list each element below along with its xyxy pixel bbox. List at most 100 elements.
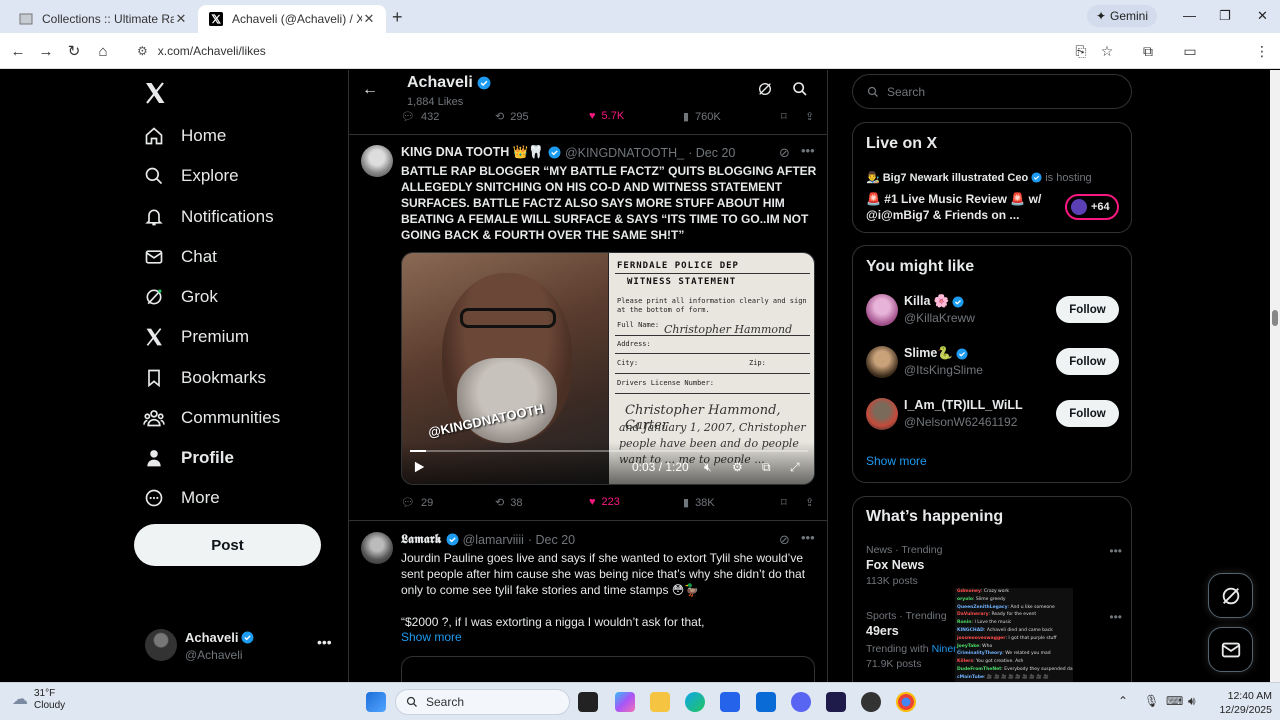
chrome-icon[interactable] xyxy=(896,692,916,712)
like-button[interactable]: ♥ 5.7K xyxy=(589,110,624,122)
views-button[interactable]: ▮ 38K xyxy=(683,496,715,510)
close-window-icon[interactable]: ✕ xyxy=(1257,8,1268,24)
file-explorer-icon[interactable] xyxy=(650,692,670,712)
extensions-icon[interactable]: ⧉ xyxy=(1139,42,1157,60)
obs-icon[interactable] xyxy=(861,692,881,712)
nav-bookmarks[interactable]: Bookmarks xyxy=(143,363,266,393)
views-button[interactable]: ▮ 760K xyxy=(683,110,721,124)
weather-widget[interactable]: ☁ 31°F Cloudy xyxy=(12,688,65,712)
share-icon[interactable]: ⇪ xyxy=(805,496,814,509)
account-switcher[interactable]: Achaveli @Achaveli ••• xyxy=(145,626,335,666)
follow-button[interactable]: Follow xyxy=(1056,296,1119,323)
nav-explore[interactable]: Explore xyxy=(143,161,239,191)
bookmark-icon[interactable]: ⌑ xyxy=(781,496,787,509)
suggested-user[interactable]: Killa 🌸 @KillaKreww Follow xyxy=(866,292,1122,332)
repost-button[interactable]: ⟲ 295 xyxy=(495,110,529,124)
discord-icon[interactable] xyxy=(791,692,811,712)
share-icon[interactable]: ⇪ xyxy=(805,110,814,123)
grok-icon[interactable] xyxy=(757,81,775,99)
clock[interactable]: 12:40 AM 12/29/2025 xyxy=(1206,689,1272,717)
tweet-more-icon[interactable]: ••• xyxy=(801,143,815,158)
play-icon[interactable] xyxy=(412,460,426,474)
follow-button[interactable]: Follow xyxy=(1056,348,1119,375)
nav-communities[interactable]: Communities xyxy=(143,403,280,433)
install-icon[interactable]: ⎘ xyxy=(1072,42,1090,60)
nav-more[interactable]: More xyxy=(143,483,220,513)
show-more-link[interactable]: Show more xyxy=(866,454,927,468)
task-view-icon[interactable] xyxy=(578,692,598,712)
reply-button[interactable]: 💬︎ 29 xyxy=(401,496,433,510)
tab-achaveli[interactable]: Achaveli (@Achaveli) / X ✕ xyxy=(198,5,386,33)
repost-button[interactable]: ⟲ 38 xyxy=(495,496,522,510)
avatar[interactable] xyxy=(361,145,393,177)
post-button[interactable]: Post xyxy=(134,524,321,566)
tab-collections[interactable]: Collections :: Ultimate Rap Leag ✕ xyxy=(8,5,198,33)
mic-icon[interactable]: 🎙︎ xyxy=(1144,694,1159,708)
taskbar-search[interactable]: Search xyxy=(395,689,570,715)
tweet-date[interactable]: · Dec 20 xyxy=(528,533,575,547)
show-more-link[interactable]: Show more xyxy=(401,630,462,644)
affinity-icon[interactable] xyxy=(826,692,846,712)
page-scrollbar[interactable] xyxy=(1270,70,1280,682)
tweet-handle[interactable]: @KINGDNATOOTH_ xyxy=(565,146,684,160)
home-icon[interactable]: ⌂ xyxy=(93,41,113,61)
back-icon[interactable]: ← xyxy=(8,41,28,61)
trend-more-icon[interactable]: ••• xyxy=(1109,610,1122,624)
maximize-icon[interactable]: ❐ xyxy=(1219,8,1231,24)
volume-icon[interactable]: 🔊︎ xyxy=(1188,694,1196,709)
tweet-display-name[interactable]: KING DNA TOOTH 👑🦷 xyxy=(401,145,544,160)
tray-chevron-icon[interactable]: ⌃ xyxy=(1118,694,1128,708)
messages-fab-icon[interactable] xyxy=(1208,627,1253,672)
outlook-icon[interactable] xyxy=(756,692,776,712)
follow-button[interactable]: Follow xyxy=(1056,400,1119,427)
avatar[interactable] xyxy=(361,532,393,564)
bookmark-star-icon[interactable]: ☆ xyxy=(1098,42,1116,60)
live-title[interactable]: 🚨 #1 Live Music Review 🚨 w/ @i@mBig7 & F… xyxy=(866,191,1056,223)
x-logo-icon[interactable] xyxy=(143,81,167,105)
fullscreen-icon[interactable]: ⤢ xyxy=(790,460,800,475)
url-input[interactable]: ⚙ x.com/Achaveli/likes xyxy=(125,38,1065,64)
minimize-icon[interactable]: — xyxy=(1183,8,1196,23)
like-button[interactable]: ♥ 223 xyxy=(589,496,620,508)
site-info-icon[interactable]: ⚙ xyxy=(137,44,148,58)
reply-button[interactable]: 💬︎ 432 xyxy=(401,110,439,124)
live-listeners-badge[interactable]: +64 xyxy=(1065,194,1119,220)
close-tab-icon[interactable]: ✕ xyxy=(174,11,188,27)
copilot-icon[interactable] xyxy=(615,692,635,712)
pip-icon[interactable]: ⧉ xyxy=(762,460,771,475)
search-icon[interactable] xyxy=(792,81,810,99)
trend-more-icon[interactable]: ••• xyxy=(1109,544,1122,558)
close-tab-icon[interactable]: ✕ xyxy=(362,11,376,27)
nav-notifications[interactable]: Notifications xyxy=(143,202,274,232)
start-icon[interactable] xyxy=(366,692,386,712)
search-input[interactable]: Search xyxy=(852,74,1132,109)
store-icon[interactable] xyxy=(720,692,740,712)
tweet-handle[interactable]: @lamarviiii xyxy=(463,533,524,547)
live-host[interactable]: 👨‍🎨 Big7 Newark illustrated Ceo is hosti… xyxy=(866,171,1092,185)
sidepanel-icon[interactable]: ▭ xyxy=(1181,42,1199,60)
suggested-user[interactable]: I_Am_(TR)ILL_WiLL @NelsonW62461192 Follo… xyxy=(866,396,1122,436)
browser-menu-icon[interactable]: ⋮ xyxy=(1253,42,1271,60)
nav-grok[interactable]: Grok xyxy=(143,282,218,312)
tweet-video[interactable]: @KINGDNATOOTH FERNDALE POLICE DEP WITNES… xyxy=(401,252,815,485)
nav-home[interactable]: Home xyxy=(143,121,226,151)
gemini-button[interactable]: ✦ Gemini xyxy=(1087,5,1157,27)
grok-icon[interactable]: ⊘ xyxy=(779,145,790,161)
scrollbar-thumb[interactable] xyxy=(1272,310,1278,326)
nav-premium[interactable]: Premium xyxy=(143,322,249,352)
tweet-media-preview[interactable] xyxy=(401,656,815,682)
reload-icon[interactable]: ↻ xyxy=(64,41,84,61)
back-arrow-icon[interactable]: ← xyxy=(362,81,378,99)
video-progress-bar[interactable] xyxy=(410,450,808,452)
tweet-more-icon[interactable]: ••• xyxy=(801,530,815,545)
grok-fab-icon[interactable] xyxy=(1208,573,1253,618)
suggested-user[interactable]: Slime🐍 @ItsKingSlime Follow xyxy=(866,344,1122,384)
bookmark-icon[interactable]: ⌑ xyxy=(781,110,787,123)
network-icon[interactable]: ⌨ xyxy=(1166,694,1183,708)
forward-icon[interactable]: → xyxy=(36,41,56,61)
new-tab-icon[interactable]: + xyxy=(392,7,403,28)
grok-icon[interactable]: ⊘ xyxy=(779,532,790,548)
account-more-icon[interactable]: ••• xyxy=(317,634,332,650)
mute-icon[interactable]: 🔇︎ xyxy=(704,460,712,475)
settings-icon[interactable]: ⚙ xyxy=(732,460,743,474)
